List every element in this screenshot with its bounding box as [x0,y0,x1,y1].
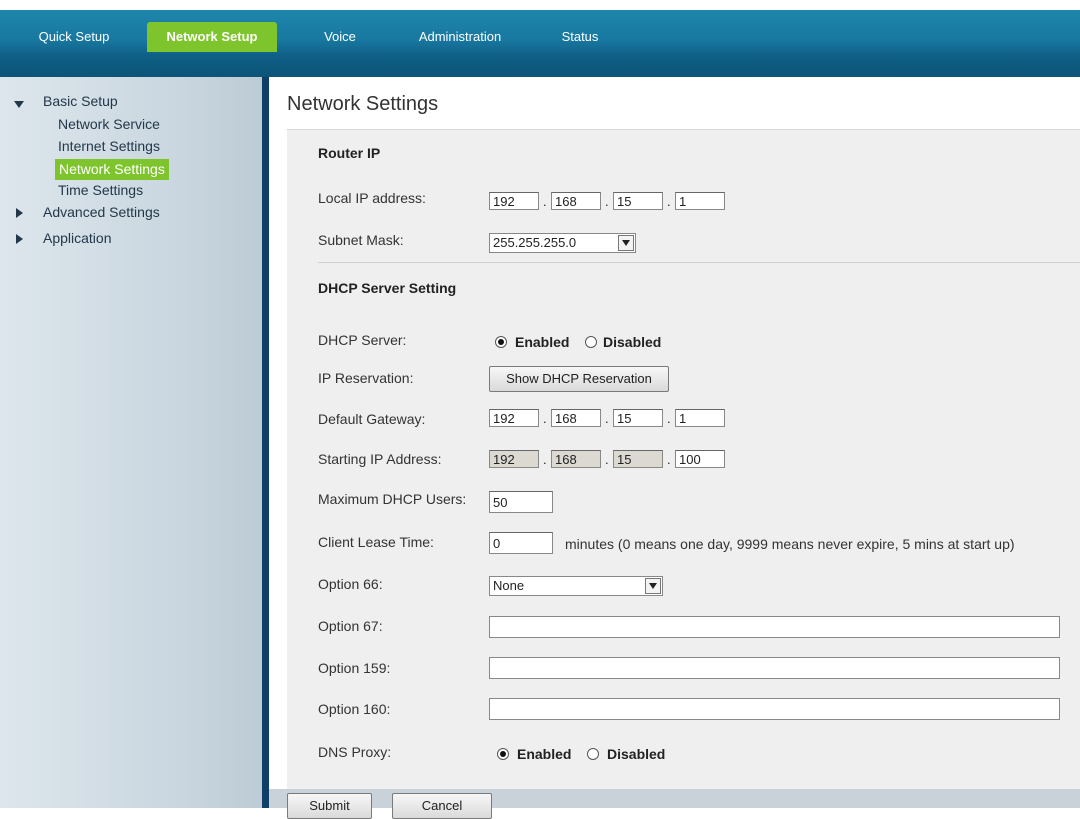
ip-dot: . [543,411,547,426]
page-title-bar: Network Settings [269,77,1080,129]
option-159-input[interactable] [489,657,1060,679]
gateway-octet-2[interactable]: 168 [551,409,601,427]
dns-proxy-disabled-label: Disabled [607,746,666,762]
ip-dot: . [605,411,609,426]
gateway-octet-3[interactable]: 15 [613,409,663,427]
ip-dot: . [605,452,609,467]
subnet-mask-select[interactable]: 255.255.255.0 [489,233,636,253]
sidebar-item-application[interactable]: Application [43,230,112,246]
page-title: Network Settings [287,93,439,115]
gateway-octet-1[interactable]: 192 [489,409,539,427]
sidebar-item-network-settings[interactable]: Network Settings [55,159,169,180]
local-ip-octet-4[interactable]: 1 [675,192,725,210]
submit-button[interactable]: Submit [287,793,372,819]
sidebar: Basic Setup Network Service Internet Set… [0,77,262,808]
settings-panel: Router IP Local IP address: 192 . 168 . … [287,129,1080,790]
ip-reservation-label: IP Reservation: [318,370,414,386]
show-dhcp-reservation-button[interactable]: Show DHCP Reservation [489,366,669,392]
sidebar-item-time-settings[interactable]: Time Settings [58,182,143,198]
subnet-mask-label: Subnet Mask: [318,232,404,248]
starting-ip-octet-2: 168 [551,450,601,468]
collapsed-arrow-icon[interactable] [16,234,23,244]
option-67-label: Option 67: [318,618,383,634]
option-67-input[interactable] [489,616,1060,638]
gateway-octet-4[interactable]: 1 [675,409,725,427]
cancel-button[interactable]: Cancel [392,793,492,819]
max-dhcp-users-input[interactable]: 50 [489,491,553,513]
starting-ip-label: Starting IP Address: [318,451,442,467]
local-ip-octet-2[interactable]: 168 [551,192,601,210]
dhcp-server-setting-heading: DHCP Server Setting [318,280,457,296]
ip-dot: . [543,194,547,209]
local-ip-octet-1[interactable]: 192 [489,192,539,210]
max-dhcp-users-label: Maximum DHCP Users: [318,491,467,507]
option-160-label: Option 160: [318,701,391,717]
dns-proxy-label: DNS Proxy: [318,744,392,760]
action-bar: Submit Cancel [269,789,1080,819]
main-content: Network Settings Router IP Local IP addr… [269,77,1080,819]
local-ip-octet-3[interactable]: 15 [613,192,663,210]
dns-proxy-enabled-label: Enabled [517,746,572,762]
tab-voice[interactable]: Voice [310,22,370,52]
tab-quick-setup[interactable]: Quick Setup [22,22,126,52]
lease-time-hint: minutes (0 means one day, 9999 means nev… [565,536,1015,552]
option-66-value: None [493,578,525,593]
sidebar-item-internet-settings[interactable]: Internet Settings [58,138,160,154]
starting-ip-octet-4[interactable]: 100 [675,450,725,468]
option-159-label: Option 159: [318,660,391,676]
ip-dot: . [605,194,609,209]
expanded-arrow-icon[interactable] [14,101,24,108]
default-gateway-label: Default Gateway: [318,411,426,427]
ip-dot: . [543,452,547,467]
chevron-down-icon[interactable] [645,578,661,594]
starting-ip-octet-3: 15 [613,450,663,468]
collapsed-arrow-icon[interactable] [16,208,23,218]
dns-proxy-disabled-radio[interactable] [587,748,599,760]
local-ip-label: Local IP address: [318,190,426,206]
sidebar-item-basic-setup[interactable]: Basic Setup [43,93,118,109]
ip-dot: . [667,411,671,426]
top-navigation-bar: Quick Setup Network Setup Voice Administ… [0,0,1080,77]
dhcp-server-disabled-radio[interactable] [585,336,597,348]
client-lease-time-input[interactable]: 0 [489,532,553,554]
router-ip-heading: Router IP [318,145,381,161]
ip-dot: . [667,194,671,209]
dhcp-server-enabled-radio[interactable] [495,336,507,348]
option-66-select[interactable]: None [489,576,663,596]
chevron-down-icon[interactable] [618,235,634,251]
dhcp-server-disabled-label: Disabled [603,334,662,350]
starting-ip-octet-1: 192 [489,450,539,468]
sidebar-item-advanced-settings[interactable]: Advanced Settings [43,204,160,220]
ip-dot: . [667,452,671,467]
sidebar-item-network-service[interactable]: Network Service [58,116,160,132]
dns-proxy-enabled-radio[interactable] [497,748,509,760]
client-lease-time-label: Client Lease Time: [318,534,434,550]
tab-network-setup[interactable]: Network Setup [147,22,277,52]
dhcp-server-enabled-label: Enabled [515,334,570,350]
tab-status[interactable]: Status [548,22,612,52]
subnet-mask-value: 255.255.255.0 [493,235,577,250]
option-160-input[interactable] [489,698,1060,720]
tab-administration[interactable]: Administration [400,22,520,52]
dhcp-server-label: DHCP Server: [318,332,407,348]
sidebar-divider [262,77,269,808]
section-divider [318,262,1080,263]
option-66-label: Option 66: [318,576,383,592]
